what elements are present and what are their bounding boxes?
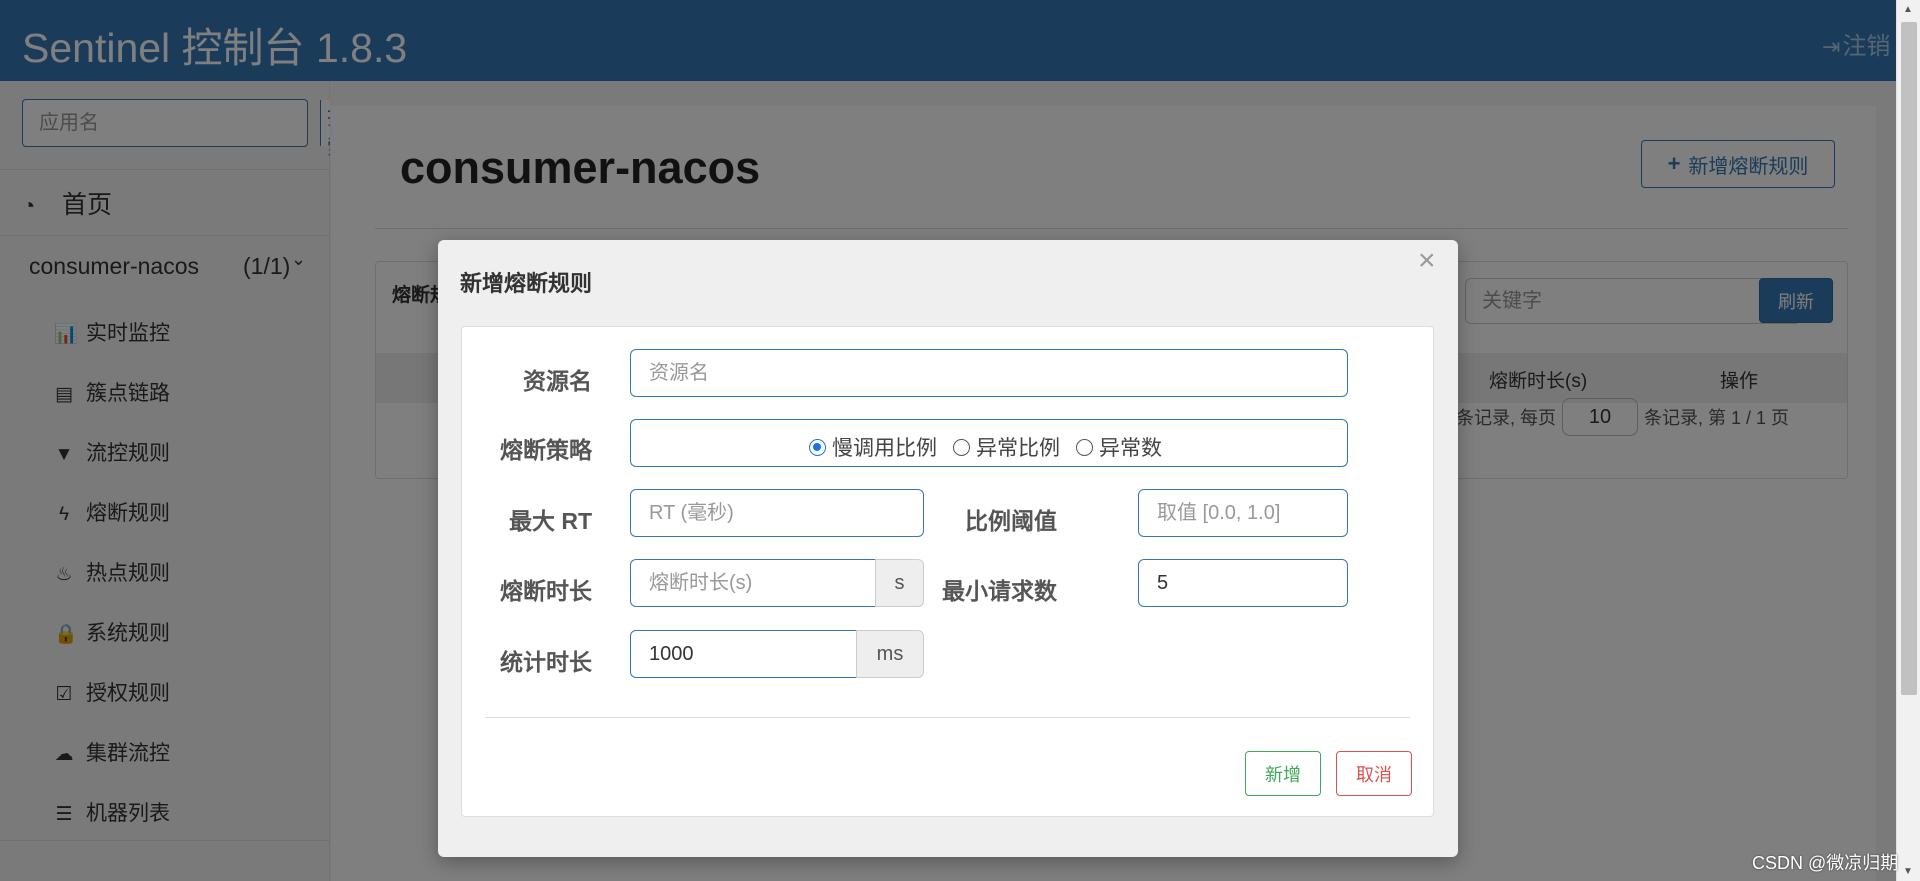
add-degrade-rule-dialog: 新增熔断规则 × 资源名 熔断策略 慢调用比例 异常比例 异常数 最大 RT 比… (438, 240, 1458, 857)
scrollbar-thumb[interactable] (1901, 22, 1917, 695)
stat-interval-unit: ms (856, 630, 924, 678)
radio-error-count[interactable]: 异常数 (1076, 432, 1162, 462)
min-request-label: 最小请求数 (942, 578, 1057, 604)
max-rt-input[interactable] (630, 489, 924, 537)
dialog-body: 资源名 熔断策略 慢调用比例 异常比例 异常数 最大 RT 比例阈值 熔断时长 … (461, 326, 1434, 817)
duration-unit: s (875, 559, 924, 607)
cancel-button[interactable]: 取消 (1336, 751, 1412, 796)
resource-name-input[interactable] (630, 349, 1348, 397)
duration-label: 熔断时长 (500, 578, 592, 604)
stat-interval-input[interactable] (630, 630, 857, 678)
radio-label: 异常比例 (976, 437, 1060, 460)
radio-label: 异常数 (1099, 437, 1162, 460)
max-rt-label: 最大 RT (508, 508, 592, 534)
strategy-radio-group: 慢调用比例 异常比例 异常数 (630, 419, 1348, 467)
duration-input[interactable] (630, 559, 876, 607)
strategy-label: 熔断策略 (500, 437, 592, 463)
footer-divider (485, 717, 1410, 718)
scroll-up-icon[interactable]: ▲ (1903, 4, 1913, 15)
radio-unchecked-icon (1076, 438, 1093, 456)
page-scrollbar[interactable]: ▲ ▼ (1896, 0, 1920, 881)
scroll-down-icon[interactable]: ▼ (1903, 866, 1913, 877)
dialog-title: 新增熔断规则 (460, 271, 593, 296)
ratio-threshold-input[interactable] (1138, 489, 1348, 537)
min-request-input[interactable] (1138, 559, 1348, 607)
save-button[interactable]: 新增 (1245, 751, 1321, 796)
radio-label: 慢调用比例 (832, 437, 937, 460)
radio-error-ratio[interactable]: 异常比例 (953, 432, 1060, 462)
stat-interval-label: 统计时长 (500, 649, 592, 675)
ratio-threshold-label: 比例阈值 (965, 508, 1057, 534)
watermark: CSDN @微凉归期 (1752, 853, 1899, 873)
radio-slow-call-ratio[interactable]: 慢调用比例 (809, 432, 937, 462)
radio-unchecked-icon (953, 438, 970, 456)
radio-checked-icon (809, 438, 826, 456)
resource-label: 资源名 (523, 368, 592, 394)
close-icon[interactable]: × (1418, 246, 1436, 276)
